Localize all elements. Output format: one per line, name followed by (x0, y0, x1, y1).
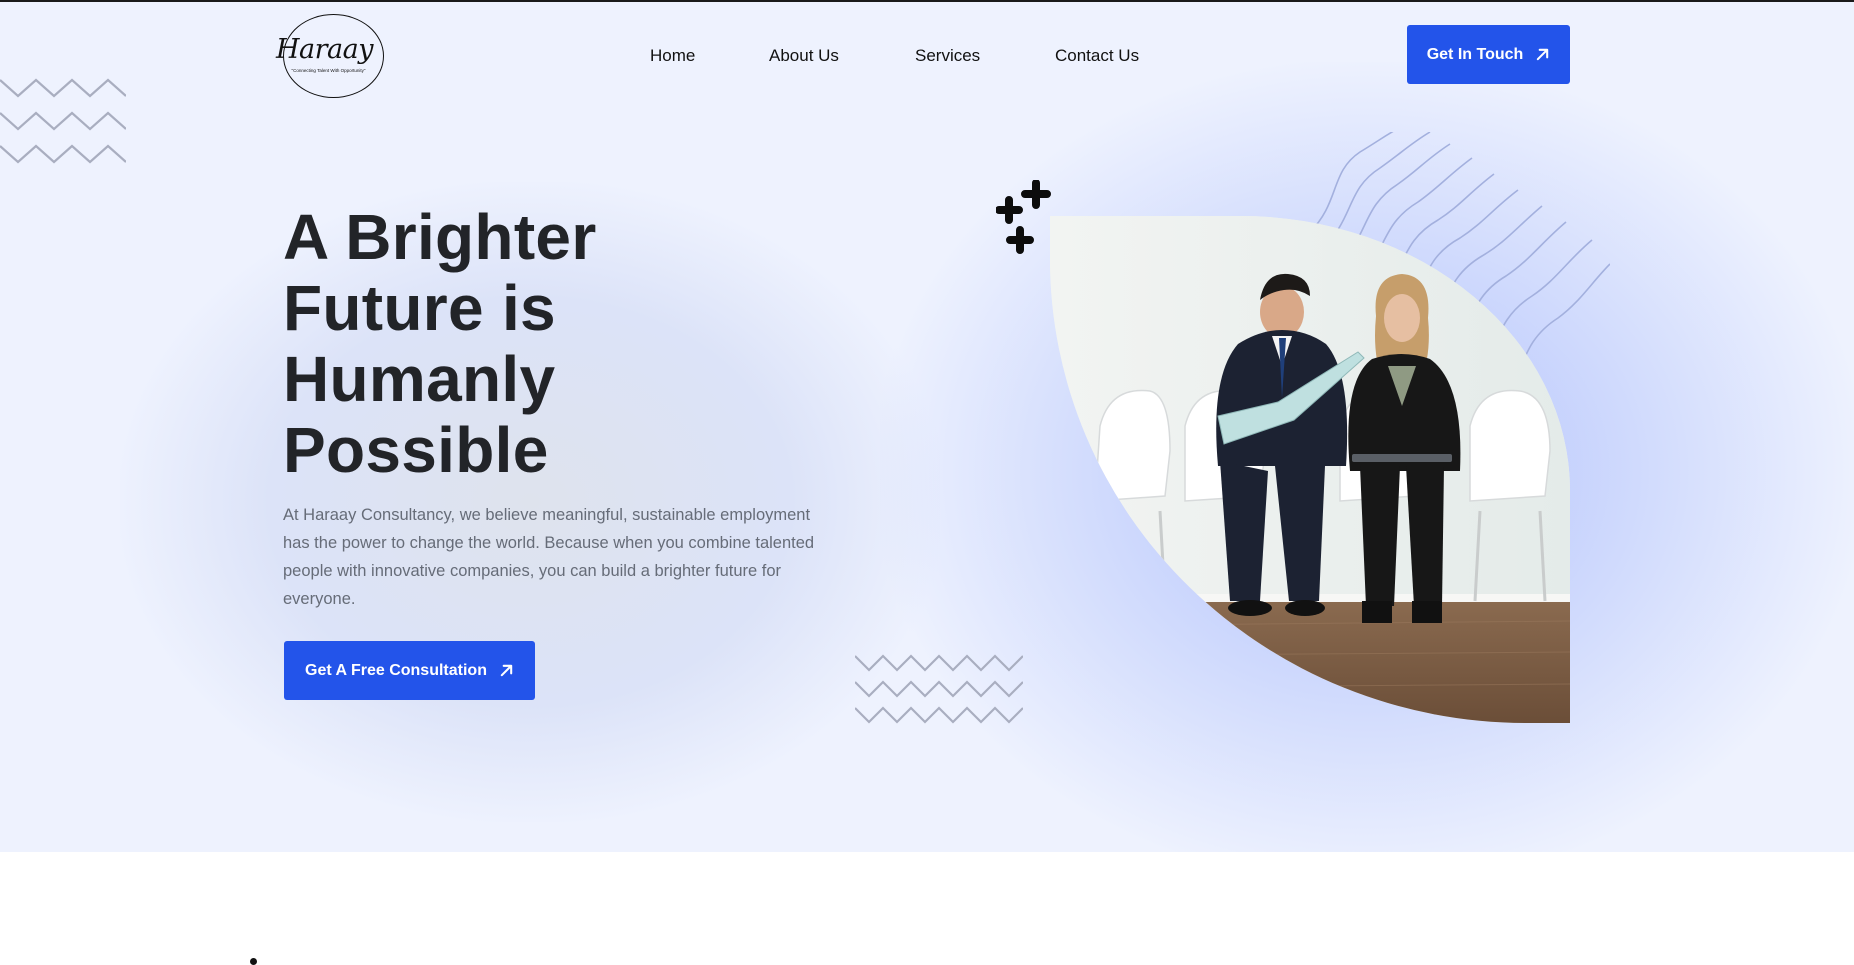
hero-title-line: Future is (283, 272, 556, 344)
logo-tagline: "Connecting Talent With Opportunity" (291, 67, 366, 73)
hero-title-line: Humanly (283, 343, 556, 415)
arrow-up-right-icon (1537, 48, 1549, 61)
hero-title-line: Possible (283, 414, 549, 486)
next-section-dot (250, 958, 257, 965)
hero-title-line: A Brighter (283, 201, 597, 273)
nav-item-about-us[interactable]: About Us (769, 46, 839, 66)
nav-item-home[interactable]: Home (650, 46, 695, 66)
brand-logo[interactable]: Haraay "Connecting Talent With Opportuni… (276, 14, 384, 98)
free-consultation-button[interactable]: Get A Free Consultation (284, 641, 535, 700)
arrow-up-right-icon (500, 664, 513, 677)
zigzag-decoration-top-left (0, 78, 126, 164)
hero-section: Haraay "Connecting Talent With Opportuni… (0, 2, 1854, 852)
free-consultation-label: Get A Free Consultation (305, 661, 487, 679)
get-in-touch-button[interactable]: Get In Touch (1407, 25, 1570, 84)
zigzag-decoration-bottom (855, 654, 1023, 724)
hero-title: A Brighter Future is Humanly Possible (283, 202, 843, 486)
logo-wordmark: Haraay (276, 33, 374, 65)
hero-description: At Haraay Consultancy, we believe meanin… (283, 506, 815, 608)
nav-item-contact-us[interactable]: Contact Us (1055, 46, 1139, 66)
plus-sparkle-icon (996, 180, 1051, 254)
nav-item-services[interactable]: Services (915, 46, 980, 66)
get-in-touch-label: Get In Touch (1426, 45, 1524, 63)
